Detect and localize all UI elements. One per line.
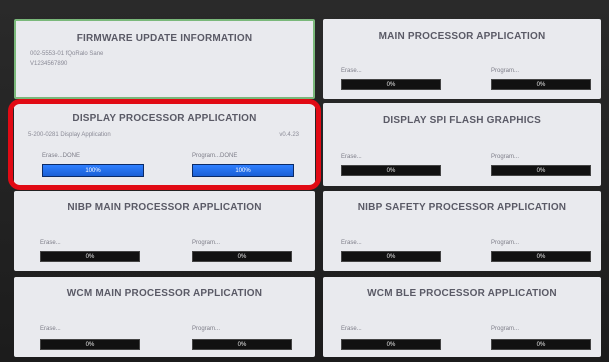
display-processor-panel: DISPLAY PROCESSOR APPLICATION 5-200-0281… xyxy=(14,103,315,186)
erase-label: Erase... xyxy=(341,154,362,160)
program-label: Program... xyxy=(192,240,221,246)
panel-title: MAIN PROCESSOR APPLICATION xyxy=(378,31,546,42)
erase-progress-bar: 0% xyxy=(341,339,441,350)
erase-label: Erase... xyxy=(341,68,362,74)
main-processor-panel: MAIN PROCESSOR APPLICATION Erase... Prog… xyxy=(323,19,601,99)
erase-progress-bar: 100% xyxy=(42,164,144,177)
firmware-update-info-panel: FIRMWARE UPDATE INFORMATION 002-5553-01 … xyxy=(14,19,315,99)
panel-title: NIBP MAIN PROCESSOR APPLICATION xyxy=(67,202,262,213)
program-progress-bar: 0% xyxy=(192,339,292,350)
erase-label: Erase... xyxy=(40,240,61,246)
program-label: Program... xyxy=(491,240,520,246)
panel-title: WCM MAIN PROCESSOR APPLICATION xyxy=(66,288,263,299)
erase-label: Erase...DONE xyxy=(42,153,81,159)
erase-progress-bar: 0% xyxy=(341,165,441,176)
erase-progress-bar: 0% xyxy=(341,251,441,262)
panel-title: WCM BLE PROCESSOR APPLICATION xyxy=(367,288,557,299)
program-label: Program...DONE xyxy=(192,153,238,159)
firmware-part-number: 002-5553-01 fQoRalo Sane xyxy=(30,51,104,57)
display-spi-flash-panel: DISPLAY SPI FLASH GRAPHICS Erase... Prog… xyxy=(323,103,601,186)
nibp-safety-processor-panel: NIBP SAFETY PROCESSOR APPLICATION Erase.… xyxy=(323,191,601,271)
panel-title: FIRMWARE UPDATE INFORMATION xyxy=(76,33,253,44)
display-app-version: v0.4.23 xyxy=(279,132,299,138)
erase-progress-bar: 0% xyxy=(341,79,441,90)
firmware-update-screen: FIRMWARE UPDATE INFORMATION 002-5553-01 … xyxy=(0,0,609,362)
wcm-main-processor-panel: WCM MAIN PROCESSOR APPLICATION Erase... … xyxy=(14,277,315,357)
program-label: Program... xyxy=(491,68,520,74)
panel-title: NIBP SAFETY PROCESSOR APPLICATION xyxy=(357,202,567,213)
display-app-info: 5-200-0281 Display Application xyxy=(28,132,111,138)
panel-title: DISPLAY SPI FLASH GRAPHICS xyxy=(382,115,541,126)
erase-label: Erase... xyxy=(341,326,362,332)
program-progress-bar: 0% xyxy=(491,251,591,262)
firmware-version: V1234567890 xyxy=(30,61,68,67)
program-progress-bar: 0% xyxy=(491,339,591,350)
program-label: Program... xyxy=(491,326,520,332)
erase-label: Erase... xyxy=(40,326,61,332)
program-progress-bar: 0% xyxy=(192,251,292,262)
program-progress-bar: 100% xyxy=(192,164,294,177)
program-progress-bar: 0% xyxy=(491,165,591,176)
erase-label: Erase... xyxy=(341,240,362,246)
erase-progress-bar: 0% xyxy=(40,251,140,262)
panel-title: DISPLAY PROCESSOR APPLICATION xyxy=(72,113,257,124)
nibp-main-processor-panel: NIBP MAIN PROCESSOR APPLICATION Erase...… xyxy=(14,191,315,271)
wcm-ble-processor-panel: WCM BLE PROCESSOR APPLICATION Erase... P… xyxy=(323,277,601,357)
program-label: Program... xyxy=(491,154,520,160)
program-progress-bar: 0% xyxy=(491,79,591,90)
erase-progress-bar: 0% xyxy=(40,339,140,350)
program-label: Program... xyxy=(192,326,221,332)
